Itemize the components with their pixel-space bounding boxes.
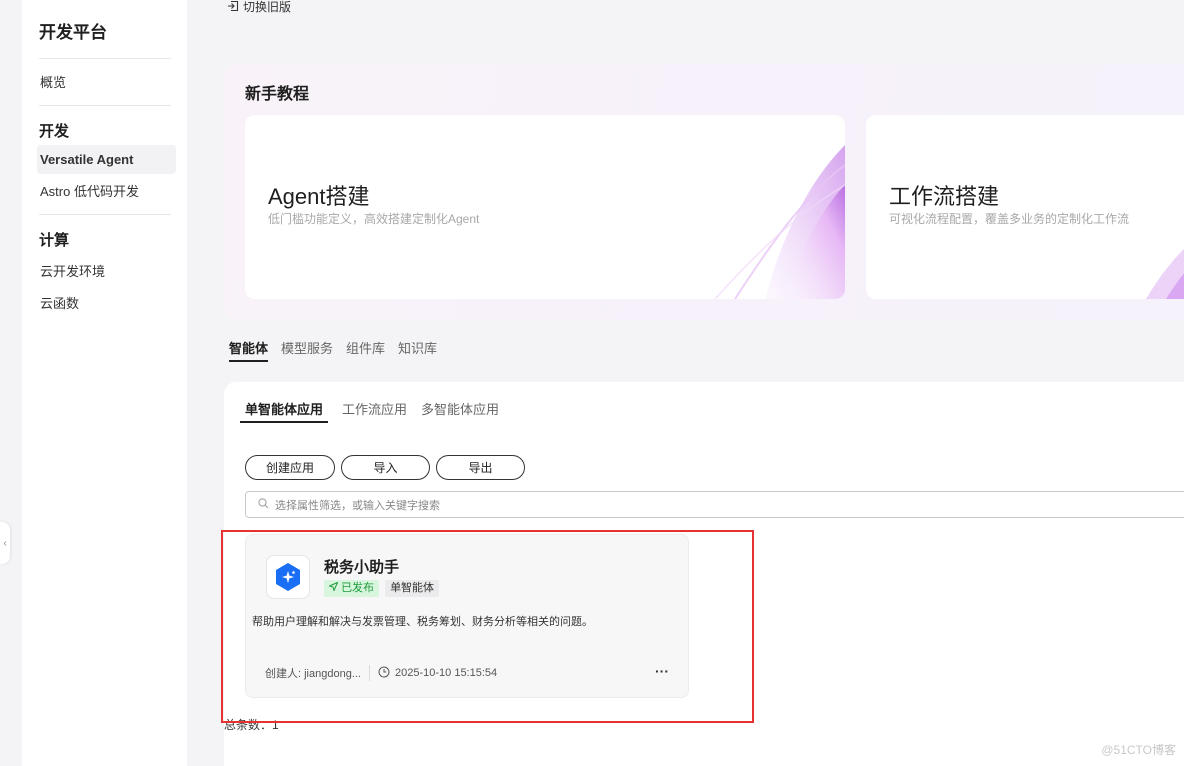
sidebar-item-astro[interactable]: Astro 低代码开发: [39, 176, 175, 208]
total-count: 总条数：1: [224, 718, 279, 732]
create-app-button[interactable]: 创建应用: [245, 455, 335, 480]
decor-wave-graphic: [1146, 249, 1184, 299]
tutorial-card-workflow[interactable]: 工作流搭建 可视化流程配置，覆盖多业务的定制化工作流: [866, 115, 1184, 299]
status-badge: 已发布: [324, 580, 380, 597]
tutorial-title: 新手教程: [245, 86, 310, 103]
tab-component-lib[interactable]: 组件库: [346, 340, 385, 362]
switch-old-version-link[interactable]: 切换旧版: [227, 0, 291, 14]
agent-card[interactable]: 税务小助手 已发布 单智能体 帮助用户理解和解决与发票管理、税务筹划、财务分析等…: [245, 534, 689, 698]
tutorial-card-agent[interactable]: Agent搭建 低门槛功能定义，高效搭建定制化Agent: [245, 115, 845, 299]
tutorial-card-title: Agent搭建: [268, 184, 370, 209]
export-button[interactable]: 导出: [436, 455, 525, 480]
switch-icon: [227, 0, 239, 15]
platform-title: 开发平台: [39, 0, 171, 59]
creator-label: 创建人: jiangdong...: [265, 668, 361, 680]
tab-agents[interactable]: 智能体: [229, 340, 269, 362]
agent-name: 税务小助手: [324, 559, 400, 576]
search-input[interactable]: 选择属性筛选，或输入关键字搜索: [245, 491, 1184, 518]
type-badge: 单智能体: [385, 580, 440, 597]
switch-old-version-label: 切换旧版: [243, 0, 292, 14]
clock-icon: [378, 666, 390, 681]
sidebar-item-overview[interactable]: 概览: [39, 67, 175, 99]
left-edge: [0, 0, 22, 766]
tutorial-section: 新手教程 Agent搭建 低门槛功能定义，高效搭建定制化Agent 工作流搭建 …: [224, 64, 1184, 320]
more-options-icon[interactable]: ···: [655, 663, 669, 679]
sidebar-item-cloud-function[interactable]: 云函数: [39, 288, 175, 320]
sidebar: 开发平台 概览 开发 Versatile Agent Astro 低代码开发 计…: [22, 0, 187, 766]
top-tabs: 智能体 模型服务 组件库 知识库: [229, 340, 437, 362]
sidebar-group-compute: 计算: [39, 232, 70, 249]
sidebar-divider: [39, 214, 171, 215]
main-content: 切换旧版 新手教程 Agent搭建 低门槛功能定义，高效搭建定制化Agent 工…: [187, 0, 1184, 766]
collapse-sidebar-icon[interactable]: ‹: [0, 522, 10, 564]
agent-description: 帮助用户理解和解决与发票管理、税务筹划、财务分析等相关的问题。: [252, 616, 593, 628]
tutorial-card-desc: 可视化流程配置，覆盖多业务的定制化工作流: [889, 212, 1130, 226]
tab-model-service[interactable]: 模型服务: [281, 340, 333, 362]
tutorial-card-title: 工作流搭建: [889, 184, 1000, 209]
time-label: 2025-10-10 15:15:54: [395, 667, 498, 679]
status-label: 已发布: [341, 582, 375, 594]
updated-time: 2025-10-10 15:15:54: [378, 666, 497, 681]
tab-multi-agent[interactable]: 多智能体应用: [421, 402, 499, 423]
sub-tabs: 单智能体应用 工作流应用 多智能体应用: [240, 402, 499, 423]
watermark: @51CTO博客: [1101, 743, 1176, 757]
sidebar-divider: [39, 105, 171, 106]
agent-badges: 已发布 单智能体: [324, 580, 440, 597]
action-buttons: 创建应用 导入 导出: [245, 455, 525, 480]
sidebar-item-versatile-agent[interactable]: Versatile Agent: [37, 145, 176, 174]
sidebar-group-dev: 开发: [39, 123, 70, 140]
send-icon: [328, 581, 341, 594]
tab-single-agent[interactable]: 单智能体应用: [240, 402, 329, 423]
agent-meta: 创建人: jiangdong... 2025-10-10 15:15:54: [265, 665, 497, 681]
apps-panel: 单智能体应用 工作流应用 多智能体应用 创建应用 导入 导出 选择属性筛选，或输…: [224, 382, 1184, 766]
tab-knowledge-base[interactable]: 知识库: [398, 340, 437, 362]
decor-wave-graphic: [714, 145, 845, 299]
meta-separator: [369, 665, 370, 681]
agent-app-icon: [266, 555, 310, 599]
tutorial-card-desc: 低门槛功能定义，高效搭建定制化Agent: [268, 212, 480, 226]
search-placeholder: 选择属性筛选，或输入关键字搜索: [275, 499, 440, 512]
import-button[interactable]: 导入: [341, 455, 430, 480]
search-icon: [258, 497, 269, 512]
tab-workflow-app[interactable]: 工作流应用: [342, 402, 407, 423]
sidebar-item-cloud-dev-env[interactable]: 云开发环境: [39, 256, 175, 288]
